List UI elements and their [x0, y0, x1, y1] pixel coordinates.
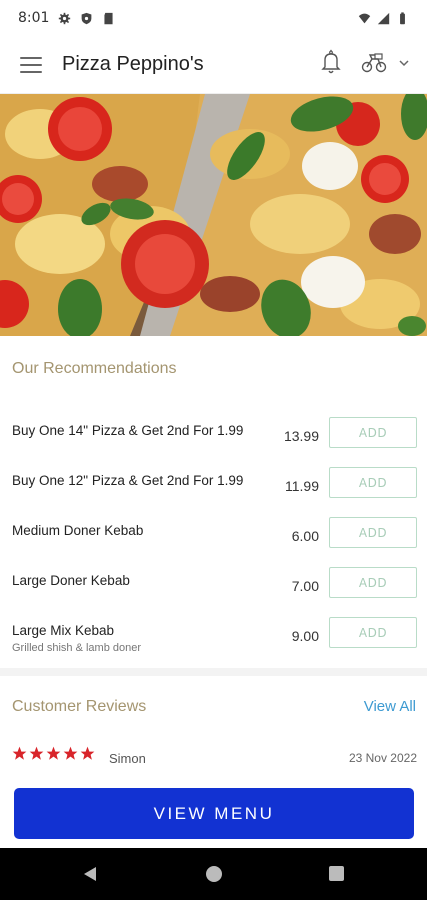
list-item: Medium Doner Kebab 6.00 ADD	[0, 517, 427, 568]
list-item: Buy One 12" Pizza & Get 2nd For 1.99 11.…	[0, 467, 427, 518]
sd-card-icon	[104, 12, 114, 24]
item-price: 11.99	[285, 478, 319, 494]
item-price: 7.00	[291, 578, 319, 594]
item-price: 6.00	[291, 528, 319, 544]
view-all-link[interactable]: View All	[364, 698, 416, 715]
reviews-title: Customer Reviews	[12, 698, 147, 715]
list-item: Large Mix Kebab Grilled shish & lamb don…	[0, 617, 427, 668]
review-item: Simon 23 Nov 2022	[12, 746, 417, 770]
item-name: Buy One 12" Pizza & Get 2nd For 1.99	[12, 473, 244, 488]
add-button[interactable]: ADD	[329, 517, 417, 548]
hero-pizza-image	[0, 94, 427, 336]
reviewer-name: Simon	[109, 751, 146, 766]
star-icon	[12, 746, 27, 760]
recommendations-title: Our Recommendations	[12, 360, 177, 377]
item-name: Large Doner Kebab	[12, 573, 130, 588]
item-price: 9.00	[291, 628, 319, 644]
app-title: Pizza Peppino's	[62, 53, 204, 75]
star-icon	[80, 746, 95, 760]
view-menu-button[interactable]: VIEW MENU	[14, 788, 414, 839]
rating-stars	[12, 746, 95, 761]
section-divider	[0, 668, 427, 676]
recents-icon[interactable]	[329, 866, 344, 881]
item-subtitle: Grilled shish & lamb doner	[12, 642, 142, 654]
signal-icon	[377, 12, 390, 24]
back-icon[interactable]	[82, 866, 98, 882]
battery-icon	[400, 11, 405, 24]
shield-icon	[82, 12, 92, 24]
star-icon	[46, 746, 61, 760]
star-icon	[63, 746, 78, 760]
status-time: 8:01	[18, 10, 50, 26]
item-name: Large Mix Kebab	[12, 623, 115, 638]
app-bar: Pizza Peppino's	[0, 36, 427, 94]
add-button[interactable]: ADD	[329, 467, 417, 498]
review-date: 23 Nov 2022	[348, 751, 417, 765]
add-button[interactable]: ADD	[329, 567, 417, 598]
chevron-down-icon[interactable]	[398, 57, 410, 69]
wifi-icon	[358, 13, 371, 23]
status-bar: 8:01	[0, 0, 427, 36]
add-button[interactable]: ADD	[329, 617, 417, 648]
star-icon	[29, 746, 44, 760]
menu-icon[interactable]	[20, 56, 42, 73]
add-button[interactable]: ADD	[329, 417, 417, 448]
bell-icon[interactable]	[320, 49, 342, 75]
item-name: Buy One 14" Pizza & Get 2nd For 1.99	[12, 423, 244, 438]
delivery-bike-icon[interactable]	[361, 52, 387, 74]
item-price: 13.99	[283, 428, 319, 444]
list-item: Buy One 14" Pizza & Get 2nd For 1.99 13.…	[0, 417, 427, 468]
item-name: Medium Doner Kebab	[12, 523, 144, 538]
home-icon[interactable]	[206, 866, 222, 882]
system-nav-bar	[0, 848, 427, 900]
list-item: Large Doner Kebab 7.00 ADD	[0, 567, 427, 618]
gear-icon	[59, 12, 71, 24]
